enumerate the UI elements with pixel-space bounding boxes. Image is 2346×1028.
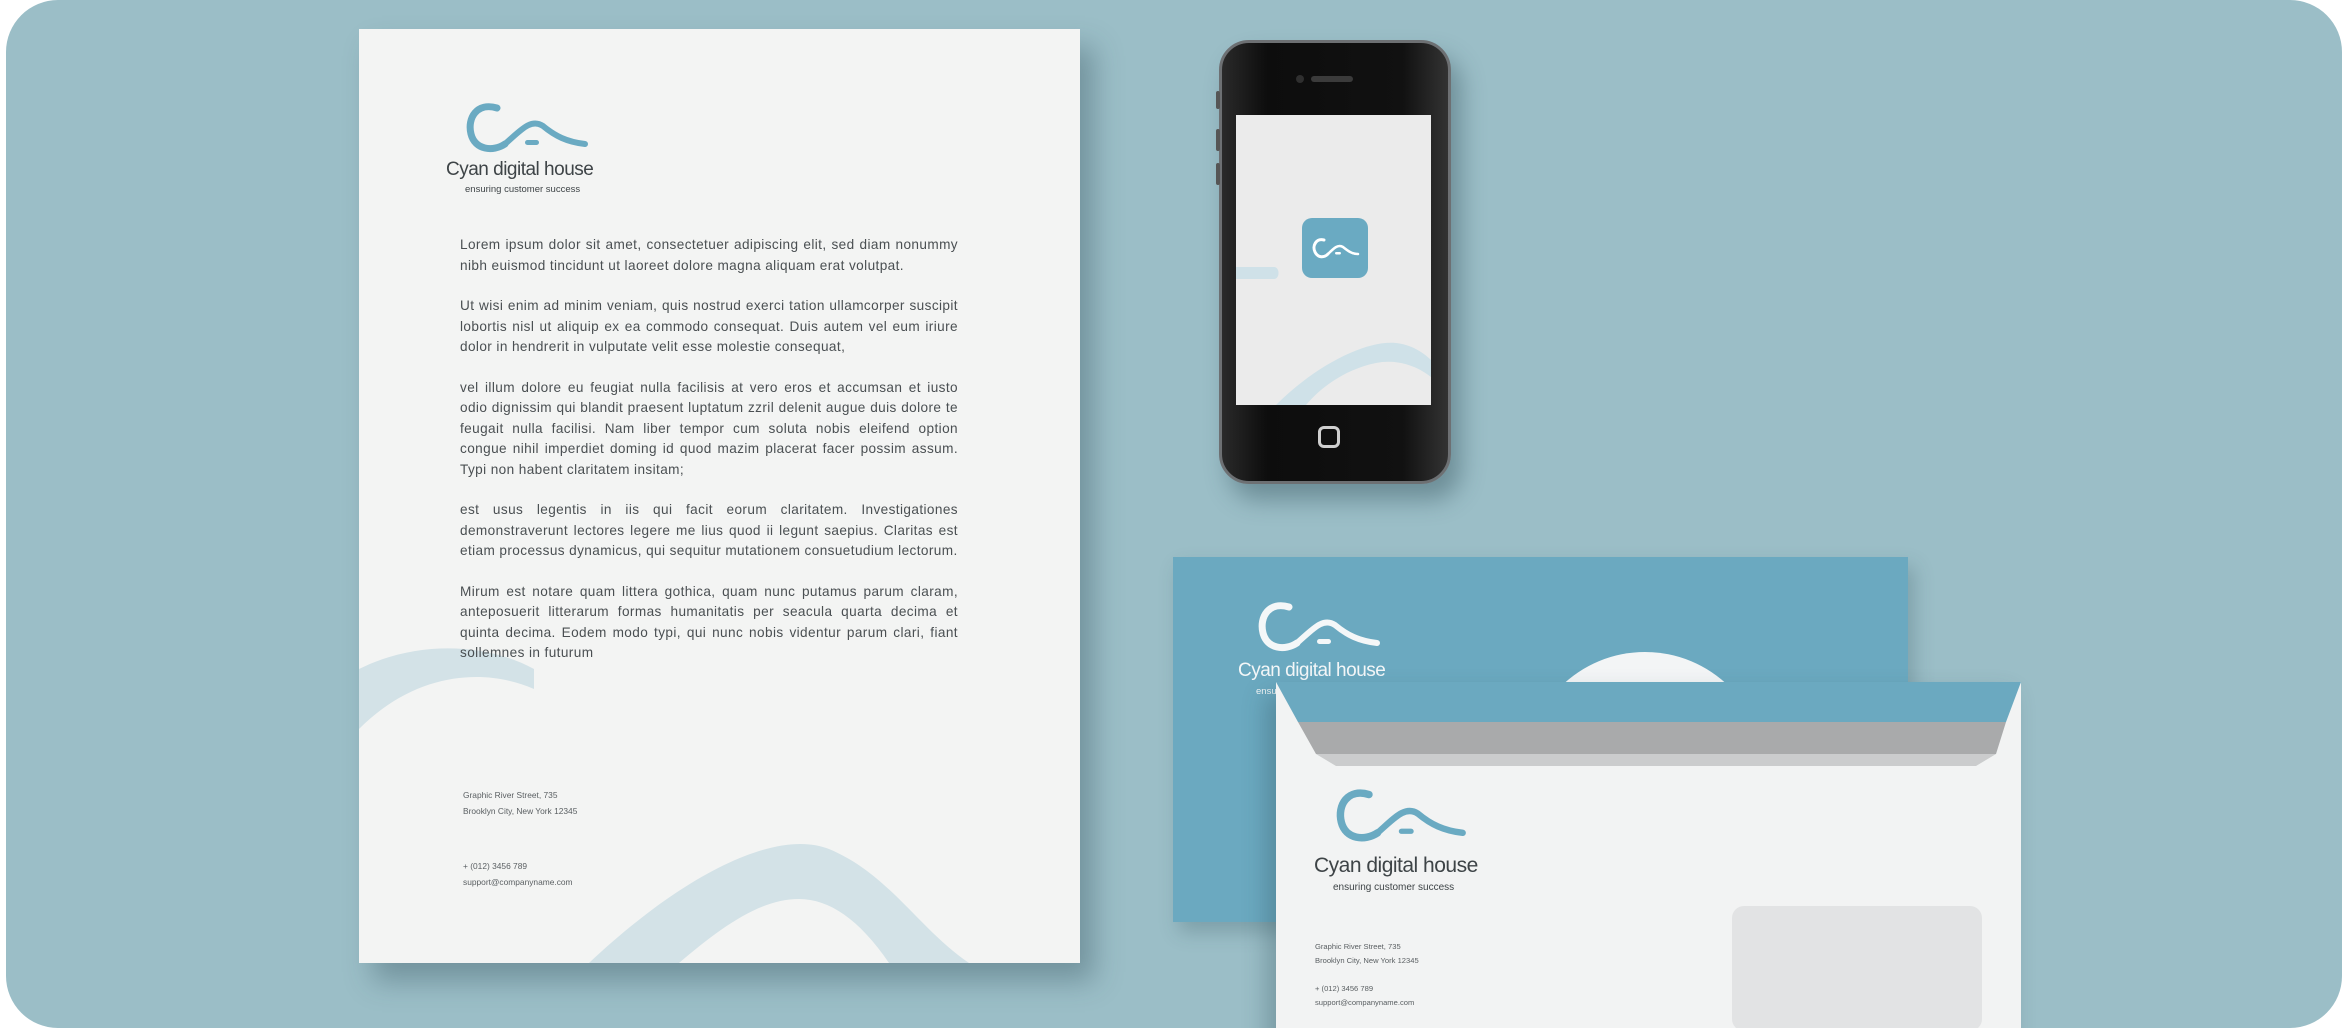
letter-paragraph: Mirum est notare quam littera gothica, q… (460, 583, 958, 661)
address-street: Graphic River Street, 735 (463, 790, 558, 800)
envelope-front: Cyan digital house ensuring customer suc… (1276, 682, 2021, 1028)
mockup-scene: Cyan digital house ensuring customer suc… (6, 0, 2342, 1028)
phone-camera (1296, 75, 1304, 83)
envelope-address: Graphic River Street, 735 Brooklyn City,… (1315, 940, 1419, 968)
brand-tagline: ensuring customer success (465, 184, 581, 195)
letterhead-sheet: Cyan digital house ensuring customer suc… (359, 29, 1080, 963)
address-city: Brooklyn City, New York 12345 (1315, 956, 1419, 965)
letter-paragraph: Ut wisi enim ad minim veniam, quis nostr… (460, 298, 958, 354)
phone-speaker (1311, 76, 1353, 82)
phone-volume-down (1216, 163, 1220, 185)
phone-screen (1236, 115, 1431, 405)
smartphone (1216, 40, 1451, 484)
brand-name: Cyan digital house (446, 159, 594, 180)
letter-body: Lorem ipsum dolor sit amet, consectetuer… (460, 235, 958, 684)
letter-paragraph: vel illum dolore eu feugiat nulla facili… (460, 379, 958, 477)
envelope-contact: + (012) 3456 789 support@companyname.com (1315, 982, 1414, 1010)
cyan-logo-icon (466, 103, 588, 153)
address-street: Graphic River Street, 735 (1315, 942, 1401, 951)
brand-tagline: ensuring customer success (1333, 882, 1455, 893)
home-button[interactable] (1318, 426, 1340, 448)
letter-contact: + (012) 3456 789 support@companyname.com (463, 858, 573, 890)
cyan-logo-icon (1312, 238, 1360, 259)
letter-address: Graphic River Street, 735 Brooklyn City,… (463, 787, 577, 819)
phone-mute-switch (1216, 91, 1220, 109)
contact-email: support@companyname.com (1315, 998, 1415, 1007)
cyan-logo-icon (1258, 602, 1380, 652)
app-icon[interactable] (1302, 218, 1368, 278)
contact-phone: + (012) 3456 789 (463, 861, 528, 871)
brand-name: Cyan digital house (1314, 854, 1478, 877)
phone-volume-up (1216, 129, 1220, 151)
cyan-logo-icon (1336, 789, 1466, 842)
letter-paragraph: Lorem ipsum dolor sit amet, consectetuer… (460, 237, 958, 273)
letter-paragraph: est usus legentis in iis qui facit eorum… (460, 502, 958, 558)
address-window (1732, 906, 1982, 1028)
brand-name: Cyan digital house (1238, 660, 1386, 681)
contact-phone: + (012) 3456 789 (1315, 984, 1374, 993)
address-city: Brooklyn City, New York 12345 (463, 806, 578, 816)
contact-email: support@companyname.com (463, 877, 573, 887)
